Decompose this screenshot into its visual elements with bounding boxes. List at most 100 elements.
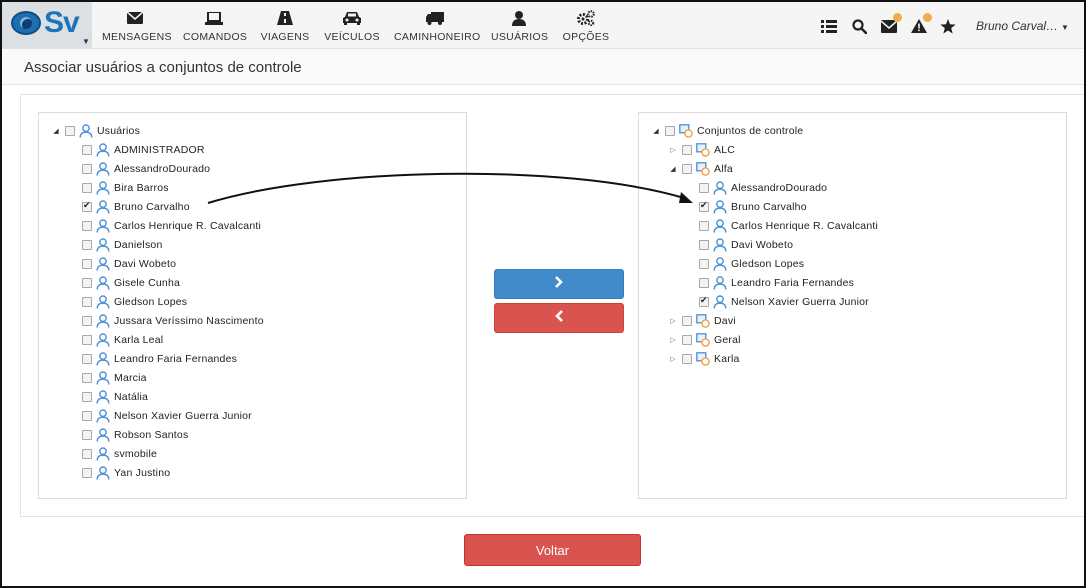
user-node[interactable]: Gledson Lopes (82, 292, 187, 311)
node-checkbox[interactable] (682, 315, 692, 326)
node-checkbox[interactable] (82, 372, 92, 383)
collapse-toggle-icon[interactable]: ◢ (651, 127, 661, 135)
add-to-set-button[interactable] (494, 269, 624, 299)
user-icon (96, 427, 110, 442)
user-node[interactable]: Leandro Faria Fernandes (82, 349, 237, 368)
node-checkbox[interactable] (82, 182, 92, 193)
node-label: Karla Leal (114, 333, 164, 346)
node-checkbox[interactable] (82, 467, 92, 478)
set-member-node[interactable]: Davi Wobeto (699, 235, 793, 254)
expand-toggle-icon[interactable]: ▷ (668, 336, 678, 344)
list-icon[interactable] (820, 17, 838, 35)
collapse-toggle-icon[interactable]: ◢ (668, 165, 678, 173)
node-checkbox[interactable] (82, 296, 92, 307)
control-set-node[interactable]: ▷ ALC (668, 140, 735, 159)
user-node[interactable]: Robson Santos (82, 425, 188, 444)
user-node[interactable]: Natália (82, 387, 148, 406)
node-checkbox[interactable] (682, 144, 692, 155)
node-checkbox[interactable] (82, 144, 92, 155)
user-node[interactable]: Nelson Xavier Guerra Junior (82, 406, 252, 425)
set-member-node[interactable]: Gledson Lopes (699, 254, 804, 273)
node-checkbox[interactable] (82, 334, 92, 345)
user-node[interactable]: ADMINISTRADOR (82, 140, 205, 159)
warning-alert-icon[interactable] (910, 13, 932, 35)
control-set-icon (696, 351, 710, 366)
nav-mensagens[interactable]: MENSAGENS (102, 10, 171, 43)
set-member-node[interactable]: Bruno Carvalho (699, 197, 807, 216)
nav-caminhoneiro[interactable]: CAMINHONEIRO (394, 10, 480, 43)
user-name: Bruno Carval… (976, 19, 1059, 33)
cogs-icon (561, 10, 611, 26)
control-set-node[interactable]: ▷ Karla (668, 349, 740, 368)
user-menu[interactable]: Bruno Carval… ▼ (976, 19, 1069, 33)
user-node[interactable]: Karla Leal (82, 330, 163, 349)
control-set-node[interactable]: ▷ Davi (668, 311, 736, 330)
user-node[interactable]: Bruno Carvalho (82, 197, 190, 216)
user-node[interactable]: Gisele Cunha (82, 273, 180, 292)
node-checkbox[interactable] (682, 353, 692, 364)
node-checkbox[interactable] (82, 200, 92, 212)
expand-toggle-icon[interactable]: ▷ (668, 317, 678, 325)
users-root-node[interactable]: ◢ Usuários (51, 121, 140, 140)
node-checkbox[interactable] (699, 239, 709, 250)
node-checkbox[interactable] (82, 258, 92, 269)
search-icon[interactable] (850, 17, 868, 35)
node-checkbox[interactable] (82, 220, 92, 231)
set-member-node[interactable]: Nelson Xavier Guerra Junior (699, 292, 869, 311)
user-node[interactable]: svmobile (82, 444, 157, 463)
back-button[interactable]: Voltar (464, 534, 641, 566)
nav-opcoes[interactable]: OPÇÕES (561, 10, 611, 43)
user-icon (96, 408, 110, 423)
user-icon (96, 370, 110, 385)
collapse-toggle-icon[interactable]: ◢ (51, 127, 61, 135)
node-checkbox[interactable] (665, 125, 675, 136)
expand-toggle-icon[interactable]: ▷ (668, 355, 678, 363)
node-checkbox[interactable] (699, 182, 709, 193)
node-checkbox[interactable] (82, 353, 92, 364)
user-node[interactable]: Yan Justino (82, 463, 170, 482)
user-node[interactable]: Danielson (82, 235, 163, 254)
node-checkbox[interactable] (682, 163, 692, 174)
node-checkbox[interactable] (82, 448, 92, 459)
user-icon (96, 161, 110, 176)
nav-veiculos[interactable]: VEÍCULOS (324, 10, 380, 43)
node-checkbox[interactable] (699, 258, 709, 269)
node-checkbox[interactable] (82, 239, 92, 250)
user-node[interactable]: AlessandroDourado (82, 159, 210, 178)
node-checkbox[interactable] (82, 391, 92, 402)
user-node[interactable]: Davi Wobeto (82, 254, 176, 273)
node-label: Marcia (114, 371, 147, 384)
set-member-node[interactable]: AlessandroDourado (699, 178, 827, 197)
remove-from-set-button[interactable] (494, 303, 624, 333)
node-checkbox[interactable] (65, 125, 75, 136)
node-checkbox[interactable] (699, 295, 709, 307)
user-node[interactable]: Marcia (82, 368, 147, 387)
node-checkbox[interactable] (699, 220, 709, 231)
node-checkbox[interactable] (82, 163, 92, 174)
user-node[interactable]: Carlos Henrique R. Cavalcanti (82, 216, 261, 235)
expand-toggle-icon[interactable]: ▷ (668, 146, 678, 154)
user-icon (96, 313, 110, 328)
node-checkbox[interactable] (699, 200, 709, 212)
inbox-alert-icon[interactable] (880, 13, 902, 35)
node-checkbox[interactable] (82, 277, 92, 288)
control-set-node[interactable]: ▷ Geral (668, 330, 741, 349)
node-checkbox[interactable] (682, 334, 692, 345)
nav-usuarios[interactable]: USUÁRIOS (491, 10, 548, 43)
brand-logo[interactable]: Sv ▼ (2, 2, 92, 48)
star-icon[interactable] (939, 17, 957, 35)
node-label: Davi Wobeto (731, 238, 794, 251)
control-sets-root-node[interactable]: ◢ Conjuntos de controle (651, 121, 803, 140)
nav-viagens[interactable]: VIAGENS (260, 10, 310, 43)
user-node[interactable]: Jussara Veríssimo Nascimento (82, 311, 264, 330)
node-checkbox[interactable] (82, 315, 92, 326)
control-set-node[interactable]: ◢ Alfa (668, 159, 733, 178)
set-member-node[interactable]: Carlos Henrique R. Cavalcanti (699, 216, 878, 235)
user-node[interactable]: Bira Barros (82, 178, 169, 197)
node-checkbox[interactable] (699, 277, 709, 288)
control-set-icon (679, 123, 693, 138)
set-member-node[interactable]: Leandro Faria Fernandes (699, 273, 854, 292)
node-checkbox[interactable] (82, 410, 92, 421)
nav-comandos[interactable]: COMANDOS (183, 10, 247, 43)
node-checkbox[interactable] (82, 429, 92, 440)
